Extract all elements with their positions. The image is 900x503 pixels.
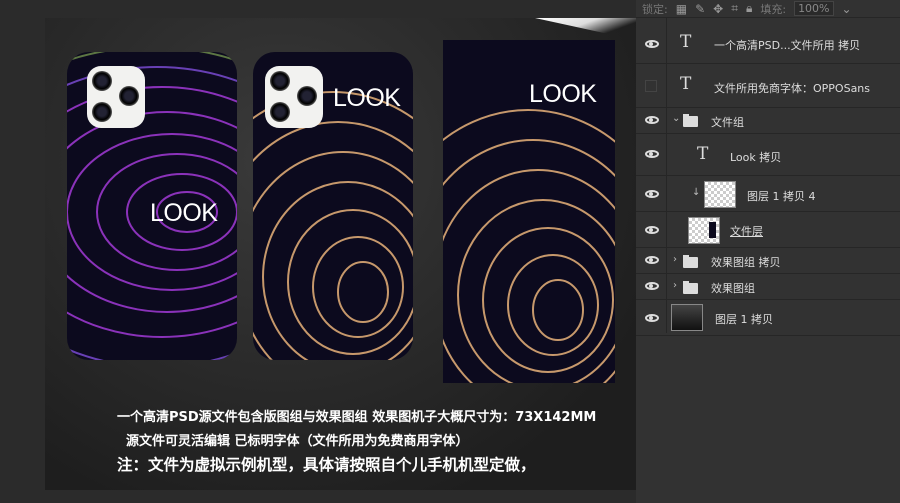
camera-lens	[92, 102, 112, 122]
layer-thumbnail	[671, 304, 703, 331]
layer-name: 一个高清PSD...文件所用 拷贝	[714, 39, 861, 52]
clipping-mask-icon: ↓	[692, 187, 701, 198]
lock-all-icon[interactable]: 🔒︎	[746, 1, 752, 16]
layer-row[interactable]: ↓ 图层 1 拷贝 4	[636, 176, 900, 212]
layer-row[interactable]: T Look 拷贝	[636, 134, 900, 176]
text-layer-icon: T	[680, 32, 692, 52]
folder-icon	[683, 255, 698, 268]
phone-logo-text: LOOK	[529, 80, 597, 108]
eye-icon[interactable]	[645, 116, 659, 124]
layer-row[interactable]: 文件层	[636, 212, 900, 248]
layer-row[interactable]: ⌄ 文件组	[636, 108, 900, 134]
phone-logo-text: LOOK	[333, 84, 401, 112]
layer-name: 文件所用免商字体：OPPOSans	[714, 82, 871, 95]
chevron-down-icon[interactable]: ⌄	[672, 113, 680, 124]
folder-icon	[683, 281, 698, 294]
layer-thumbnail	[704, 181, 736, 208]
caption-line-2: 源文件可灵活编辑 已标明字体（文件所用为免费商用字体）	[126, 434, 469, 449]
phone-logo-text: LOOK	[150, 199, 218, 227]
text-layer-icon: T	[680, 74, 692, 94]
chevron-right-icon[interactable]: ›	[673, 280, 677, 291]
lock-position-icon[interactable]: ✥	[713, 2, 723, 16]
camera-module	[87, 66, 145, 128]
folder-icon	[683, 114, 698, 127]
layer-name: 效果图组	[711, 282, 755, 295]
camera-module	[265, 66, 323, 128]
lock-label: 锁定:	[642, 2, 668, 16]
fill-dropdown-chevron-icon[interactable]: ⌄	[842, 2, 852, 16]
layer-row[interactable]: 图层 1 拷贝	[636, 300, 900, 336]
visibility-toggle-off[interactable]	[645, 80, 657, 92]
layer-name: Look 拷贝	[730, 151, 782, 164]
camera-lens	[270, 102, 290, 122]
eye-icon[interactable]	[645, 282, 659, 290]
camera-lens	[119, 86, 139, 106]
phone-mockup-gold: LOOK	[253, 52, 413, 360]
flat-design-template: LOOK	[443, 40, 615, 383]
camera-lens	[297, 86, 317, 106]
layer-name: 文件层	[730, 225, 763, 238]
layer-name: 图层 1 拷贝	[715, 313, 773, 326]
layer-row[interactable]: › 效果图组 拷贝	[636, 248, 900, 274]
layers-panel: 锁定: ▦ ✎ ✥ ⌗ 🔒︎ 填充: 100% ⌄ T 一个高清PSD...文件…	[636, 0, 900, 503]
layer-thumbnail	[688, 217, 720, 244]
layer-name: 文件组	[711, 116, 744, 129]
eye-icon[interactable]	[645, 190, 659, 198]
camera-lens	[270, 71, 290, 91]
text-layer-icon: T	[697, 144, 709, 164]
phone-mockup-purple: LOOK	[67, 52, 237, 360]
eye-icon[interactable]	[645, 226, 659, 234]
chevron-right-icon[interactable]: ›	[673, 254, 677, 265]
camera-lens	[92, 71, 112, 91]
layer-row[interactable]: T 文件所用免商字体：OPPOSans	[636, 64, 900, 108]
eye-icon[interactable]	[645, 256, 659, 264]
layer-name: 图层 1 拷贝 4	[747, 190, 816, 203]
lock-toolbar: 锁定: ▦ ✎ ✥ ⌗ 🔒︎ 填充: 100% ⌄	[636, 0, 900, 18]
lock-transparent-icon[interactable]: ▦	[676, 2, 687, 16]
lock-artboard-icon[interactable]: ⌗	[731, 1, 738, 16]
caption-line-1: 一个高清PSD源文件包含版图组与效果图组 效果图机子大概尺寸为：73X142MM	[117, 410, 597, 425]
eye-icon[interactable]	[645, 40, 659, 48]
fill-input[interactable]: 100%	[794, 1, 834, 16]
lock-brush-icon[interactable]: ✎	[695, 2, 705, 16]
canvas-area[interactable]: LOOK LOOK LOOK 一个高清PSD源文件包含版图组与效果图组 效果图机…	[0, 0, 636, 503]
layer-name: 效果图组 拷贝	[711, 256, 781, 269]
layer-row[interactable]: T 一个高清PSD...文件所用 拷贝	[636, 24, 900, 64]
fill-label: 填充:	[760, 2, 787, 16]
caption-line-3: 注：文件为虚拟示例机型，具体请按照自个儿手机机型定做，	[117, 456, 536, 474]
layer-row[interactable]: › 效果图组	[636, 274, 900, 300]
eye-icon[interactable]	[645, 150, 659, 158]
eye-icon[interactable]	[645, 314, 659, 322]
